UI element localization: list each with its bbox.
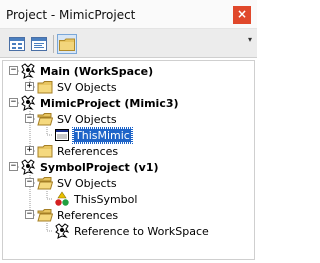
expand-sv-objects-toggle[interactable]: + bbox=[25, 82, 34, 91]
mimic-window-icon bbox=[55, 129, 69, 141]
window-title: Project - MimicProject bbox=[6, 8, 136, 22]
project-icon bbox=[21, 63, 36, 79]
folder-icon bbox=[37, 145, 53, 158]
open-folder-icon bbox=[37, 177, 53, 190]
toolbar: ▾ bbox=[0, 29, 257, 58]
open-folder-icon bbox=[37, 113, 53, 126]
open-folder-icon bbox=[37, 209, 53, 222]
toggle-folders-button[interactable] bbox=[57, 34, 77, 54]
tree-node-mimic-project[interactable]: MimicProject (Mimic3) bbox=[20, 95, 180, 111]
tree-node-sv-objects[interactable]: SV Objects bbox=[37, 79, 118, 95]
tree-node-this-mimic[interactable]: ThisMimic bbox=[54, 126, 133, 144]
tree-node-label: Reference to WorkSpace bbox=[74, 224, 209, 238]
folder-icon bbox=[37, 81, 53, 94]
tree-node-sv-objects[interactable]: SV Objects bbox=[37, 175, 118, 191]
tree-node-label: ThisSymbol bbox=[74, 192, 138, 206]
view-object-icon bbox=[9, 37, 25, 51]
project-icon bbox=[21, 159, 36, 175]
collapse-workspace-toggle[interactable]: − bbox=[9, 66, 18, 75]
tree-node-this-symbol[interactable]: ThisSymbol bbox=[54, 191, 138, 207]
tree-node-label: Main (WorkSpace) bbox=[40, 64, 154, 78]
tree-node-label: References bbox=[57, 144, 119, 158]
project-tree[interactable]: − Main (WorkSpace) + SV Objects − MimicP… bbox=[2, 60, 255, 260]
tree-node-label: SV Objects bbox=[57, 176, 117, 190]
tree-node-references[interactable]: References bbox=[37, 143, 119, 159]
toolbar-separator bbox=[53, 35, 54, 53]
toggle-folders-icon bbox=[59, 38, 75, 51]
tree-node-label: SymbolProject (v1) bbox=[40, 160, 159, 174]
tree-node-reference-to-workspace[interactable]: Reference to WorkSpace bbox=[54, 223, 210, 239]
tree-node-sv-objects[interactable]: SV Objects bbox=[37, 111, 118, 127]
reference-project-icon bbox=[55, 223, 70, 239]
tree-node-references[interactable]: References bbox=[37, 207, 119, 223]
collapse-references-toggle[interactable]: − bbox=[25, 210, 34, 219]
collapse-mimic-project-toggle[interactable]: − bbox=[9, 98, 18, 107]
close-button[interactable]: × bbox=[233, 6, 251, 24]
collapse-sv-objects-toggle[interactable]: − bbox=[25, 178, 34, 187]
toolbar-overflow-button[interactable]: ▾ bbox=[245, 35, 255, 53]
tree-node-label: SV Objects bbox=[57, 80, 117, 94]
tree-node-workspace[interactable]: Main (WorkSpace) bbox=[20, 63, 154, 79]
tree-node-label: References bbox=[57, 208, 119, 222]
tree-node-label: SV Objects bbox=[57, 112, 117, 126]
expand-references-toggle[interactable]: + bbox=[25, 146, 34, 155]
view-code-icon bbox=[31, 37, 47, 51]
project-icon bbox=[21, 95, 36, 111]
view-code-button[interactable] bbox=[29, 34, 49, 54]
tree-node-label: ThisMimic bbox=[72, 126, 133, 144]
view-object-button[interactable] bbox=[7, 34, 27, 54]
collapse-sv-objects-toggle[interactable]: − bbox=[25, 114, 34, 123]
symbol-icon bbox=[55, 191, 69, 206]
title-bar: Project - MimicProject × bbox=[0, 0, 257, 29]
collapse-symbol-project-toggle[interactable]: − bbox=[9, 162, 18, 171]
tree-node-label: MimicProject (Mimic3) bbox=[40, 96, 179, 110]
tree-node-symbol-project[interactable]: SymbolProject (v1) bbox=[20, 159, 160, 175]
